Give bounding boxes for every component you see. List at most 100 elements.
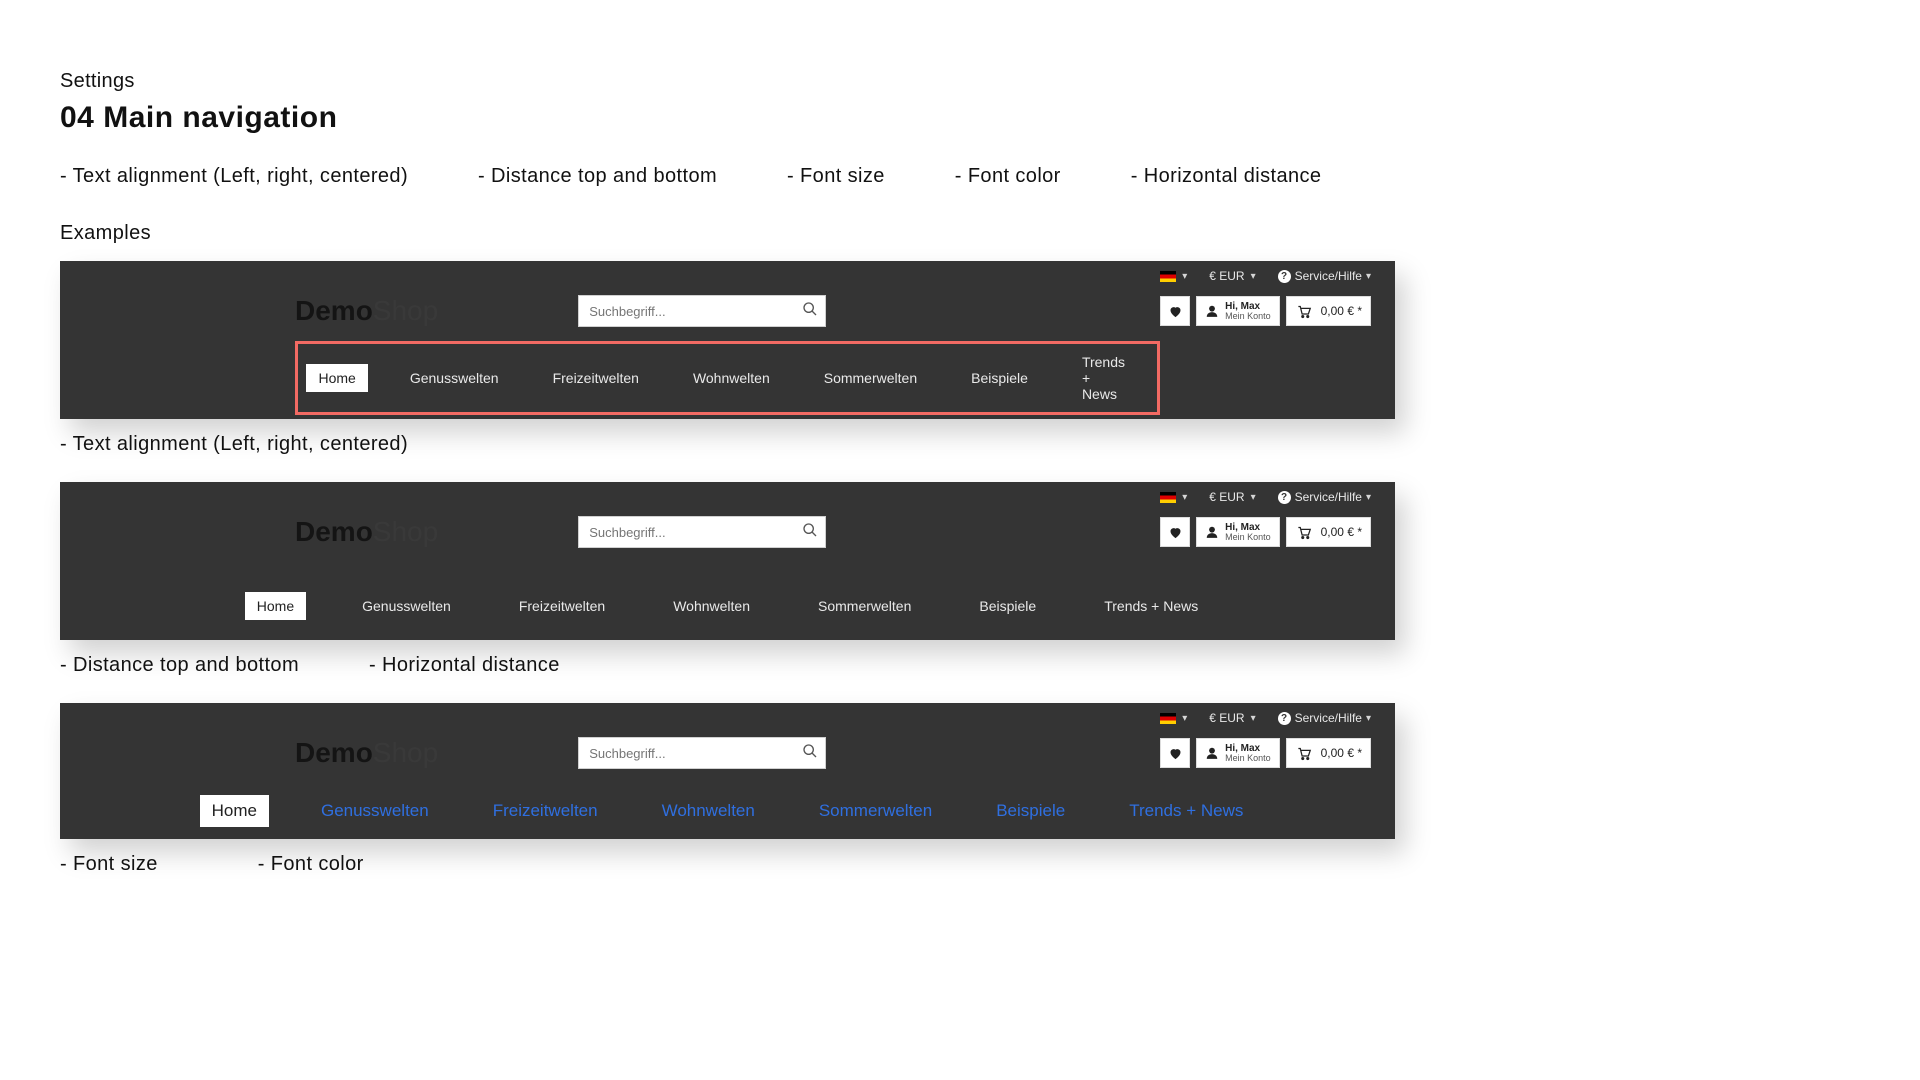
logo-bold: Demo [295,737,373,768]
nav-item-freizeitwelten[interactable]: Freizeitwelten [541,364,651,392]
main-nav-highlighted: Home Genusswelten Freizeitwelten Wohnwel… [295,341,1160,415]
search-box[interactable] [578,737,826,769]
logo-light: Shop [373,516,438,547]
search-icon[interactable] [795,522,825,543]
search-input[interactable] [579,304,795,319]
chevron-down-icon: ▾ [1366,271,1371,282]
nav-item-sommerwelten[interactable]: Sommerwelten [812,364,929,392]
flag-de-icon [1160,713,1176,724]
cart-button[interactable]: 0,00 € * [1286,738,1371,768]
search-icon[interactable] [795,301,825,322]
search-input[interactable] [579,525,795,540]
cart-total: 0,00 € * [1321,746,1362,760]
account-greeting: Hi, Max [1225,523,1271,533]
nav-item-sommerwelten[interactable]: Sommerwelten [806,592,923,620]
flag-de-icon [1160,492,1176,503]
search-icon[interactable] [795,743,825,764]
nav-item-genusswelten[interactable]: Genusswelten [309,795,441,827]
bullet-horizontal-distance: - Horizontal distance [1131,165,1322,188]
search-box[interactable] [578,295,826,327]
logo-bold: Demo [295,516,373,547]
currency-label: € EUR [1209,269,1244,283]
chevron-down-icon: ▾ [1182,271,1187,282]
nav-item-wohnwelten[interactable]: Wohnwelten [661,592,762,620]
example-header-1: ▾ € EUR ▾ ? Service/Hilfe ▾ DemoShop [60,261,1395,419]
main-nav-spread: Home Genusswelten Freizeitwelten Wohnwel… [160,562,1295,636]
logo-light: Shop [373,737,438,768]
logo-bold: Demo [295,295,373,326]
wishlist-button[interactable] [1160,296,1190,326]
nav-item-wohnwelten[interactable]: Wohnwelten [650,795,767,827]
service-help-link[interactable]: ? Service/Hilfe ▾ [1278,711,1371,725]
service-help-link[interactable]: ? Service/Hilfe ▾ [1278,490,1371,504]
nav-item-home[interactable]: Home [306,364,367,392]
shop-logo[interactable]: DemoShop [295,737,438,769]
service-label: Service/Hilfe [1295,490,1362,504]
account-greeting: Hi, Max [1225,744,1271,754]
example-header-3: ▾ € EUR ▾ ? Service/Hilfe ▾ DemoShop [60,703,1395,839]
caption-3a: - Font size [60,853,158,876]
service-label: Service/Hilfe [1295,269,1362,283]
currency-selector[interactable]: € EUR ▾ [1209,490,1255,504]
chevron-down-icon: ▾ [1251,492,1256,503]
caption-2a: - Distance top and bottom [60,654,299,677]
nav-item-wohnwelten[interactable]: Wohnwelten [681,364,782,392]
caption-2b: - Horizontal distance [369,654,560,677]
logo-light: Shop [373,295,438,326]
question-icon: ? [1278,270,1291,283]
language-selector[interactable]: ▾ [1160,713,1187,724]
caption-1: - Text alignment (Left, right, centered) [60,433,408,456]
settings-bullets: - Text alignment (Left, right, centered)… [60,165,1460,188]
chevron-down-icon: ▾ [1182,492,1187,503]
service-help-link[interactable]: ? Service/Hilfe ▾ [1278,269,1371,283]
breadcrumb: Settings [60,70,1460,93]
page-title: 04 Main navigation [60,101,1460,135]
nav-item-genusswelten[interactable]: Genusswelten [350,592,463,620]
cart-total: 0,00 € * [1321,304,1362,318]
shop-logo[interactable]: DemoShop [295,295,438,327]
cart-button[interactable]: 0,00 € * [1286,517,1371,547]
cart-total: 0,00 € * [1321,525,1362,539]
currency-label: € EUR [1209,490,1244,504]
chevron-down-icon: ▾ [1251,713,1256,724]
nav-item-sommerwelten[interactable]: Sommerwelten [807,795,944,827]
chevron-down-icon: ▾ [1251,271,1256,282]
account-sub: Mein Konto [1225,754,1271,763]
shop-logo[interactable]: DemoShop [295,516,438,548]
nav-item-home[interactable]: Home [245,592,306,620]
account-button[interactable]: Hi, Max Mein Konto [1196,738,1280,768]
account-button[interactable]: Hi, Max Mein Konto [1196,296,1280,326]
cart-button[interactable]: 0,00 € * [1286,296,1371,326]
main-nav-big: Home Genusswelten Freizeitwelten Wohnwel… [150,783,1305,835]
nav-item-trends-news[interactable]: Trends + News [1092,592,1210,620]
language-selector[interactable]: ▾ [1160,492,1187,503]
nav-item-genusswelten[interactable]: Genusswelten [398,364,511,392]
account-sub: Mein Konto [1225,312,1271,321]
example-header-2: ▾ € EUR ▾ ? Service/Hilfe ▾ DemoShop [60,482,1395,640]
wishlist-button[interactable] [1160,738,1190,768]
chevron-down-icon: ▾ [1182,713,1187,724]
currency-selector[interactable]: € EUR ▾ [1209,711,1255,725]
nav-item-home[interactable]: Home [200,795,269,827]
currency-label: € EUR [1209,711,1244,725]
service-label: Service/Hilfe [1295,711,1362,725]
wishlist-button[interactable] [1160,517,1190,547]
nav-item-freizeitwelten[interactable]: Freizeitwelten [507,592,617,620]
currency-selector[interactable]: € EUR ▾ [1209,269,1255,283]
question-icon: ? [1278,712,1291,725]
nav-item-beispiele[interactable]: Beispiele [959,364,1040,392]
caption-3b: - Font color [258,853,364,876]
search-box[interactable] [578,516,826,548]
nav-item-beispiele[interactable]: Beispiele [967,592,1048,620]
search-input[interactable] [579,746,795,761]
nav-item-beispiele[interactable]: Beispiele [984,795,1077,827]
nav-item-trends-news[interactable]: Trends + News [1117,795,1255,827]
bullet-font-color: - Font color [955,165,1061,188]
nav-item-trends-news[interactable]: Trends + News [1070,348,1137,408]
account-button[interactable]: Hi, Max Mein Konto [1196,517,1280,547]
nav-item-freizeitwelten[interactable]: Freizeitwelten [481,795,610,827]
bullet-distance-tb: - Distance top and bottom [478,165,717,188]
account-greeting: Hi, Max [1225,302,1271,312]
language-selector[interactable]: ▾ [1160,271,1187,282]
bullet-text-alignment: - Text alignment (Left, right, centered) [60,165,408,188]
